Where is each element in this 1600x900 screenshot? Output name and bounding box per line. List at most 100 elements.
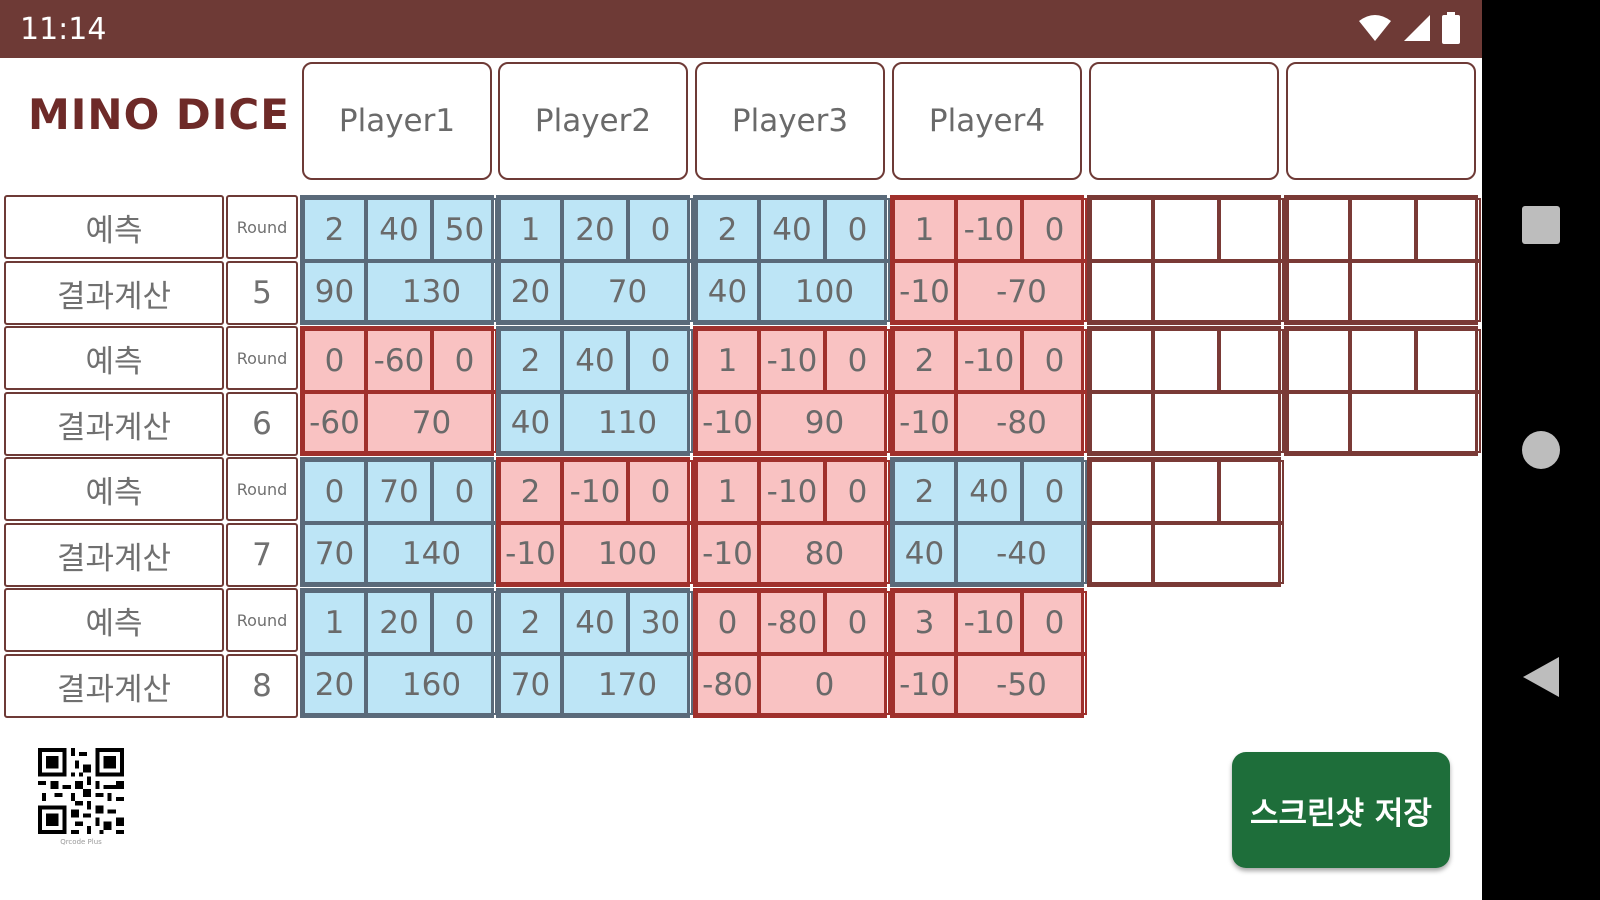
player-header-2[interactable]: Player2: [498, 62, 688, 180]
prediction-cell[interactable]: [1090, 460, 1153, 523]
round-number: 8: [226, 654, 298, 718]
save-screenshot-button[interactable]: 스크린샷 저장: [1232, 752, 1450, 868]
prediction-cell[interactable]: 0: [1022, 329, 1087, 392]
prediction-cell[interactable]: 40: [366, 198, 432, 261]
score-block-player-6: [1284, 326, 1481, 456]
score-block-player-3: 0 -80 0 -80 0: [693, 588, 890, 718]
prediction-cell[interactable]: [1153, 460, 1219, 523]
prediction-cell[interactable]: [1287, 198, 1350, 261]
prediction-cell[interactable]: [1090, 329, 1153, 392]
prediction-cell[interactable]: 0: [825, 460, 890, 523]
prediction-cell[interactable]: 0: [432, 460, 497, 523]
prediction-cell[interactable]: 2: [499, 591, 562, 654]
round-label: Round: [226, 326, 298, 390]
player-header-5[interactable]: [1089, 62, 1279, 180]
prediction-cell[interactable]: 0: [825, 329, 890, 392]
prediction-cell[interactable]: 0: [628, 198, 693, 261]
prediction-cell[interactable]: 20: [562, 198, 628, 261]
score-block-player-2: 2 40 0 40 110: [496, 326, 693, 456]
prediction-cell[interactable]: 2: [893, 460, 956, 523]
prediction-cell[interactable]: 2: [303, 198, 366, 261]
result-cell: [1090, 392, 1153, 453]
prediction-cell[interactable]: 0: [825, 198, 890, 261]
prediction-cell[interactable]: [1219, 198, 1284, 261]
prediction-cell[interactable]: [1287, 329, 1350, 392]
score-block-player-4: 1 -10 0 -10 -70: [890, 195, 1087, 325]
prediction-cell[interactable]: [1153, 198, 1219, 261]
score-block-player-6: [1284, 195, 1481, 325]
prediction-label: 예측: [4, 326, 224, 390]
prediction-cell[interactable]: [1219, 329, 1284, 392]
android-nav-bar: [1482, 0, 1600, 900]
prediction-label: 예측: [4, 457, 224, 521]
square-icon: [1522, 206, 1560, 244]
prediction-cell[interactable]: 0: [303, 460, 366, 523]
result-label: 결과계산: [4, 654, 224, 718]
prediction-cell[interactable]: [1350, 329, 1416, 392]
player-header-3[interactable]: Player3: [695, 62, 885, 180]
prediction-cell[interactable]: [1416, 329, 1481, 392]
recents-button[interactable]: [1482, 205, 1600, 245]
player-header-6[interactable]: [1286, 62, 1476, 180]
prediction-cell[interactable]: [1350, 198, 1416, 261]
prediction-cell[interactable]: 1: [893, 198, 956, 261]
home-button[interactable]: [1482, 430, 1600, 470]
prediction-cell[interactable]: [1219, 460, 1284, 523]
prediction-cell[interactable]: 2: [696, 198, 759, 261]
qr-code-icon: [38, 748, 124, 834]
prediction-label: 예측: [4, 588, 224, 652]
prediction-cell[interactable]: 50: [432, 198, 497, 261]
prediction-cell[interactable]: 1: [303, 591, 366, 654]
prediction-cell[interactable]: 1: [696, 329, 759, 392]
back-button[interactable]: [1482, 655, 1600, 699]
prediction-cell[interactable]: 70: [366, 460, 432, 523]
wifi-icon: [1359, 15, 1391, 41]
prediction-cell[interactable]: 40: [759, 198, 825, 261]
prediction-cell[interactable]: [1090, 198, 1153, 261]
prediction-cell[interactable]: 0: [1022, 460, 1087, 523]
result-cell: -10: [893, 654, 956, 715]
qr-caption: Qrcode Plus: [60, 838, 102, 846]
score-block-player-3: 2 40 0 40 100: [693, 195, 890, 325]
prediction-cell[interactable]: 20: [366, 591, 432, 654]
prediction-cell[interactable]: 0: [432, 329, 497, 392]
score-block-player-2: 2 -10 0 -10 100: [496, 457, 693, 587]
prediction-cell[interactable]: -10: [956, 198, 1022, 261]
prediction-cell[interactable]: -60: [366, 329, 432, 392]
prediction-cell[interactable]: 0: [825, 591, 890, 654]
prediction-cell[interactable]: 0: [696, 591, 759, 654]
prediction-cell[interactable]: -10: [759, 329, 825, 392]
player-header-4[interactable]: Player4: [892, 62, 1082, 180]
prediction-cell[interactable]: 0: [1022, 198, 1087, 261]
result-cell: [1350, 392, 1481, 453]
prediction-cell[interactable]: 40: [562, 329, 628, 392]
result-cell: [1153, 392, 1284, 453]
result-cell: 90: [759, 392, 890, 453]
player-header-1[interactable]: Player1: [302, 62, 492, 180]
prediction-cell[interactable]: -10: [562, 460, 628, 523]
prediction-cell[interactable]: 40: [562, 591, 628, 654]
prediction-cell[interactable]: 2: [499, 329, 562, 392]
prediction-cell[interactable]: 0: [303, 329, 366, 392]
result-cell: -80: [696, 654, 759, 715]
prediction-cell[interactable]: 1: [696, 460, 759, 523]
prediction-cell[interactable]: -10: [956, 329, 1022, 392]
prediction-cell[interactable]: 0: [1022, 591, 1087, 654]
prediction-cell[interactable]: [1153, 329, 1219, 392]
prediction-cell[interactable]: -80: [759, 591, 825, 654]
prediction-cell[interactable]: 30: [628, 591, 693, 654]
prediction-cell[interactable]: 0: [628, 329, 693, 392]
prediction-cell[interactable]: [1416, 198, 1481, 261]
prediction-cell[interactable]: 2: [893, 329, 956, 392]
result-cell: -80: [956, 392, 1087, 453]
prediction-cell[interactable]: 0: [432, 591, 497, 654]
prediction-cell[interactable]: -10: [956, 591, 1022, 654]
prediction-cell[interactable]: -10: [759, 460, 825, 523]
status-icons: [1358, 12, 1460, 44]
prediction-cell[interactable]: 0: [628, 460, 693, 523]
prediction-cell[interactable]: 2: [499, 460, 562, 523]
prediction-cell[interactable]: 3: [893, 591, 956, 654]
result-cell: -10: [696, 392, 759, 453]
prediction-cell[interactable]: 40: [956, 460, 1022, 523]
prediction-cell[interactable]: 1: [499, 198, 562, 261]
